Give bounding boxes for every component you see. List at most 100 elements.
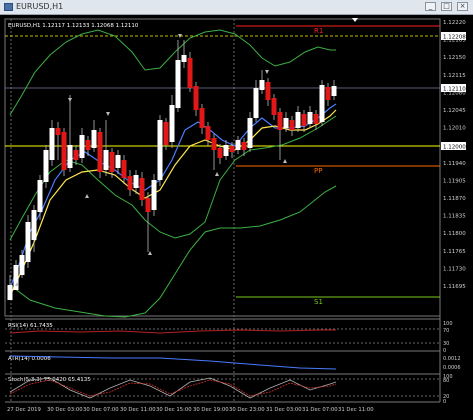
candle-body: [13, 265, 19, 290]
candle-body: [91, 130, 97, 148]
candle-body: [19, 255, 25, 275]
candle-body: [217, 148, 223, 158]
fractal-down-marker: [148, 251, 152, 255]
candle-body: [85, 140, 91, 150]
r1-price-label: 1.12208: [443, 35, 466, 41]
time-tick-label: 31 Dec 07:00: [302, 407, 338, 413]
price-tick-label: 1.11905: [443, 178, 466, 184]
candle-body: [307, 112, 313, 124]
pp-price-label: 1.12000: [443, 145, 466, 151]
candle-body: [331, 86, 337, 96]
candle-body: [241, 142, 247, 150]
rsi-label: RSI(14) 61.7435: [8, 323, 53, 329]
time-tick-label: 31 Dec 11:00: [338, 407, 374, 413]
price-tick-label: 1.11765: [443, 249, 466, 255]
candle-body: [163, 122, 169, 145]
time-axis-ticks: 27 Dec 2019 30 Dec 03:00 30 Dec 07:00 30 De…: [7, 407, 374, 413]
candle-body: [325, 87, 331, 100]
fractal-down-marker: [283, 159, 287, 163]
candle-body: [295, 112, 301, 128]
candle-body: [37, 180, 43, 212]
rsi-tick-0: 0: [443, 348, 446, 354]
price-tick-label: 1.11695: [443, 284, 466, 290]
chart-shift-marker[interactable]: [352, 18, 358, 22]
atr-tick-mid: 0.0006: [443, 365, 461, 371]
price-tick-label: 1.12150: [443, 55, 466, 61]
rsi-tick-70: 70: [443, 328, 449, 334]
price-tick-label: 1.11800: [443, 231, 466, 237]
maximize-button[interactable]: □: [441, 2, 452, 11]
candle-body: [157, 120, 163, 180]
candle-body: [139, 178, 145, 200]
stoch-tick-0: 0: [443, 399, 446, 405]
candle-body: [169, 105, 175, 142]
stoch-tick-80: 80: [443, 378, 449, 384]
minimize-button[interactable]: _: [425, 2, 436, 11]
rsi-line: [9, 329, 336, 334]
bollinger-upper-band: [9, 29, 336, 116]
fractal-up-marker: [106, 112, 110, 116]
price-tick-label: 1.11835: [443, 214, 466, 220]
candle-body: [61, 132, 67, 170]
time-tick-label: 30 Dec 15:00: [156, 407, 192, 413]
candle-body: [199, 108, 205, 128]
candle-body: [145, 198, 151, 212]
candle-body: [121, 160, 127, 178]
chart-canvas[interactable]: R1 PP S1 EURUSD,H1 1.12117 1.12133 1.120…: [0, 15, 473, 420]
candle-body: [247, 118, 253, 148]
candle-body: [25, 222, 31, 262]
fractal-down-marker: [215, 172, 219, 176]
candle-body: [181, 55, 187, 62]
window-titlebar: EURUSD,H1 _ □ ×: [0, 0, 473, 15]
chart-window: EURUSD,H1 _ □ × R1 PP S1 EURUSD,H1 1.121…: [0, 0, 473, 420]
pp-label: PP: [314, 167, 322, 175]
candle-body: [229, 146, 235, 152]
candle-body: [49, 128, 55, 160]
price-tick-label: 1.11940: [443, 161, 466, 167]
time-tick-label: 27 Dec 2019: [7, 407, 41, 413]
candle-body: [319, 85, 325, 122]
atr-line: [9, 355, 337, 370]
candle-body: [235, 140, 241, 150]
price-axis-ticks: 1.122201.121851.121501.121151.120801.120…: [443, 20, 466, 290]
candle-body: [115, 155, 121, 168]
window-title: EURUSD,H1: [16, 2, 64, 11]
candle-body: [151, 180, 157, 210]
candle-body: [277, 112, 283, 130]
candle-body: [79, 135, 85, 158]
price-tick-label: 1.11730: [443, 266, 466, 272]
candle-body: [271, 98, 277, 115]
candle-body: [265, 82, 271, 100]
fractal-up-marker: [68, 98, 72, 102]
candle-body: [253, 88, 259, 118]
price-tick-label: 1.12045: [443, 108, 466, 114]
close-button[interactable]: ×: [457, 2, 468, 11]
candle-body: [187, 58, 193, 88]
candle-body: [31, 210, 37, 240]
candle-body: [127, 176, 133, 190]
atr-tick-high: 0.0012: [443, 356, 461, 362]
candle-body: [301, 114, 307, 126]
current-price-label: 1.12110: [443, 87, 466, 93]
time-tick-label: 30 Dec 11:00: [120, 407, 156, 413]
candle-body: [133, 175, 139, 188]
candle-body: [259, 80, 265, 90]
symbol-info-label: EURUSD,H1 1.12117 1.12133 1.12068 1.1211…: [8, 23, 139, 29]
price-tick-label: 1.12010: [443, 126, 466, 132]
candle-body: [175, 60, 181, 108]
rsi-tick-30: 30: [443, 341, 449, 347]
candle-body: [313, 114, 319, 124]
candle-body: [55, 128, 61, 135]
time-tick-label: 30 Dec 03:00: [47, 407, 83, 413]
chart-window-icon: [4, 3, 13, 11]
fractal-up-marker: [265, 70, 269, 74]
candle-body: [193, 86, 199, 110]
price-tick-label: 1.11870: [443, 196, 466, 202]
price-tick-label: 1.12220: [443, 20, 466, 26]
candle-body: [7, 285, 13, 300]
candle-body: [97, 132, 103, 172]
candle-body: [223, 145, 229, 156]
candle-body: [211, 138, 217, 150]
candle-body: [205, 126, 211, 140]
candle-body: [67, 145, 73, 168]
